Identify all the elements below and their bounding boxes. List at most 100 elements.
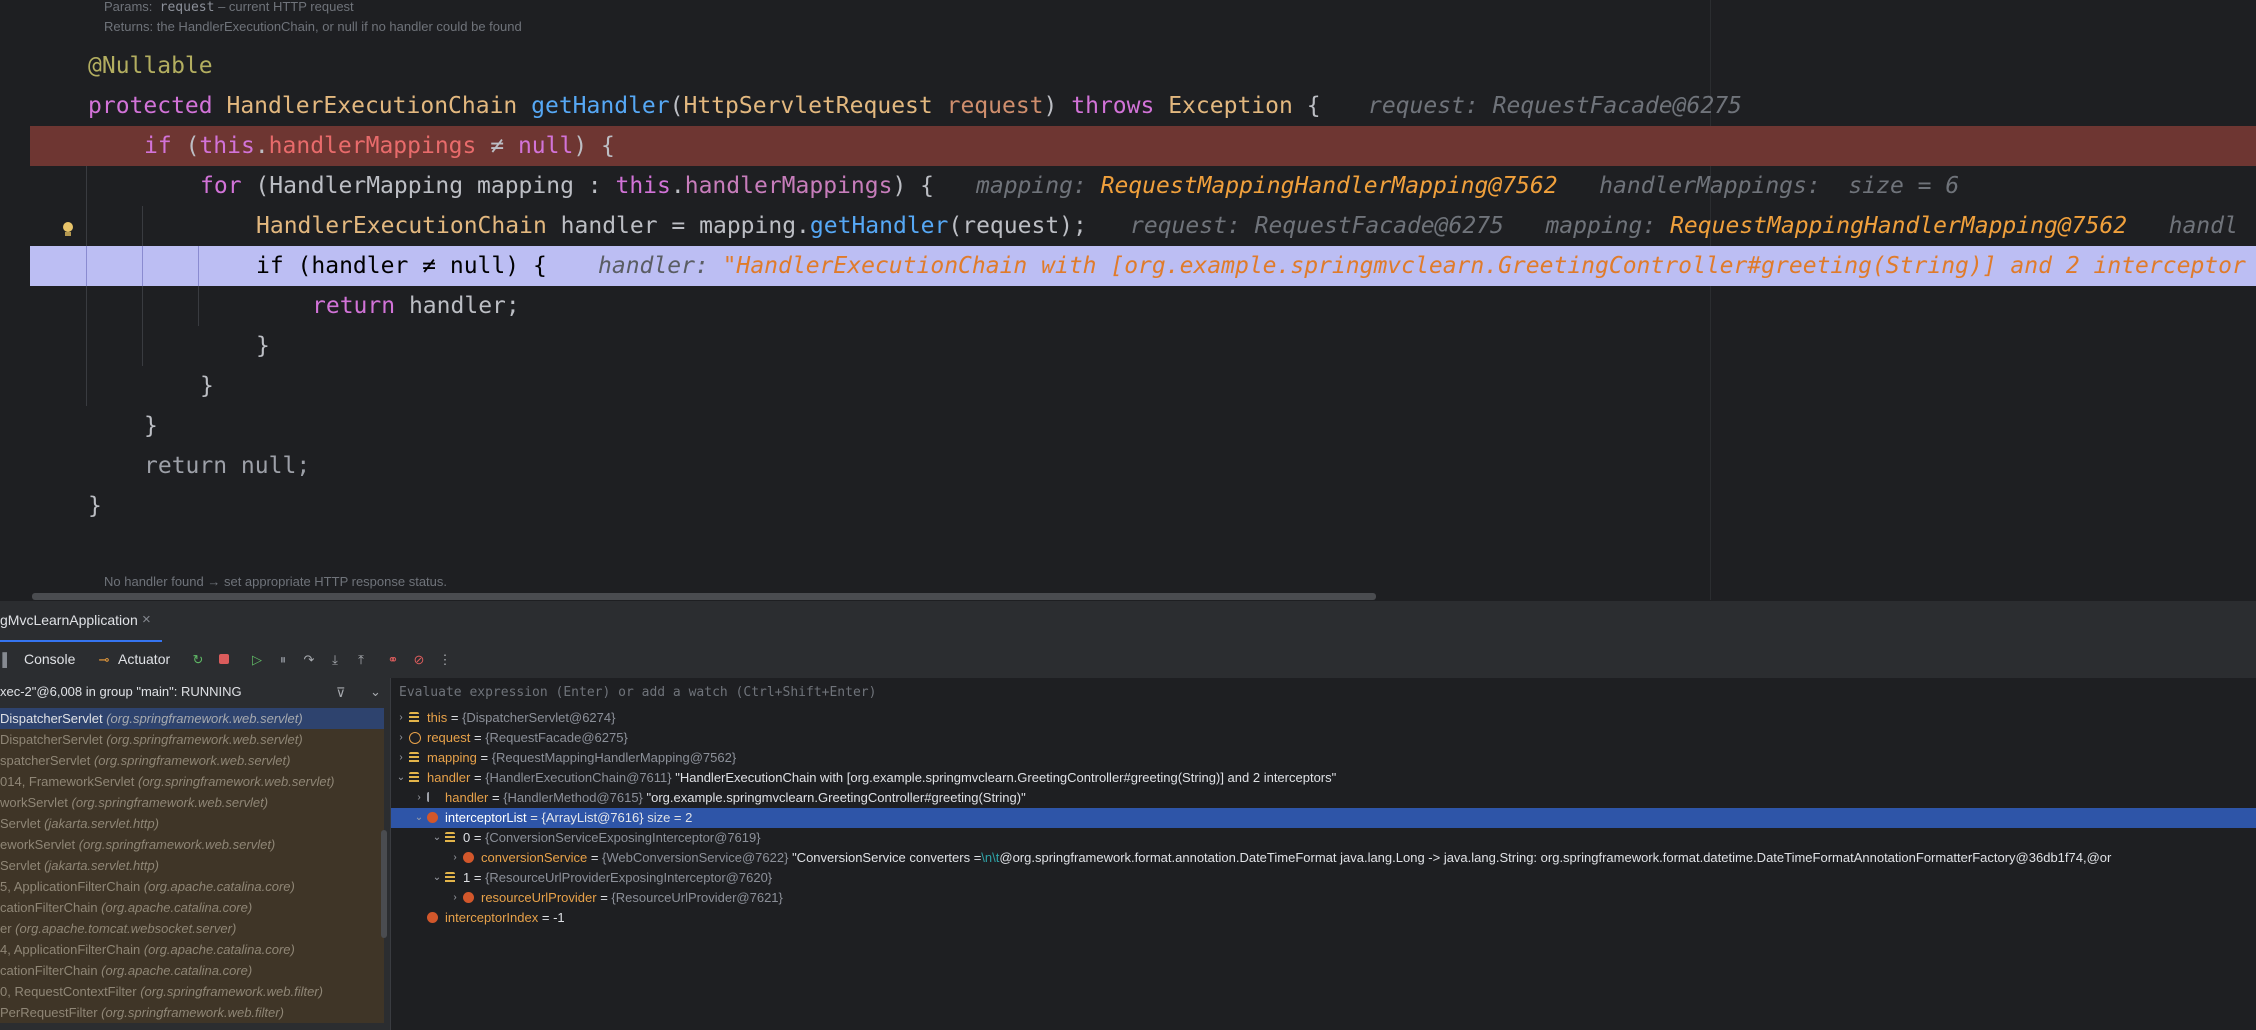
expand-arrow-icon[interactable]: › — [449, 888, 461, 908]
code-line-signature[interactable]: protected HandlerExecutionChain getHandl… — [30, 86, 2256, 126]
code-line-brace[interactable]: } — [30, 486, 2256, 526]
indent-guide — [142, 326, 143, 366]
variable-equals: = — [470, 830, 486, 845]
hint-value: RequestMappingHandlerMapping@7562 — [1100, 173, 1558, 199]
variable-row[interactable]: ⌄ 1 = {ResourceUrlProviderExposingInterce… — [391, 868, 2256, 888]
stack-frame[interactable]: cationFilterChain (org.apache.catalina.c… — [0, 960, 384, 981]
mute-breakpoints-icon[interactable]: ⊘ — [412, 653, 426, 667]
step-over-icon[interactable]: ↷ — [302, 653, 316, 667]
variable-row[interactable]: ⌄ handler = {HandlerExecutionChain@7611} … — [391, 768, 2256, 788]
hint-label: handl — [2168, 213, 2238, 239]
hint-label: request: — [1130, 213, 1241, 239]
threads-frames-icon[interactable]: ▌ — [0, 653, 14, 667]
variable-value: "ConversionService converters = — [788, 850, 982, 865]
expand-arrow-icon[interactable]: › — [395, 708, 407, 728]
expand-arrow-icon[interactable]: › — [395, 728, 407, 748]
variable-row[interactable]: › this = {DispatcherServlet@6274} — [391, 708, 2256, 728]
variable-row[interactable]: ⌄ 0 = {ConversionServiceExposingIntercept… — [391, 828, 2256, 848]
indent-guide — [198, 246, 199, 286]
variable-row[interactable]: interceptorIndex = -1 — [391, 908, 2256, 928]
stack-frame[interactable]: workServlet (org.springframework.web.ser… — [0, 792, 384, 813]
stack-frame[interactable]: DispatcherServlet (org.springframework.w… — [0, 729, 384, 750]
code-editor[interactable]: Params: request – current HTTP request R… — [0, 0, 2256, 600]
thread-selector[interactable]: xec-2"@6,008 in group "main": RUNNING — [0, 684, 242, 704]
variable-row[interactable]: › conversionService = {WebConversionServi… — [391, 848, 2256, 868]
variable-row[interactable]: ⌄ interceptorList = {ArrayList@7616} size… — [391, 808, 2256, 828]
stack-frame[interactable]: Servlet (jakarta.servlet.http) — [0, 813, 384, 834]
frames-scrollbar[interactable] — [381, 830, 387, 938]
code-line-brace[interactable]: } — [30, 326, 2256, 366]
variable-row[interactable]: › resourceUrlProvider = {ResourceUrlProvi… — [391, 888, 2256, 908]
code-line-breakpoint[interactable]: if (this.handlerMappings ≠ null) { — [30, 126, 2256, 166]
frame-method: Servlet — [0, 816, 41, 831]
variable-text: request = {RequestFacade@6275} — [427, 728, 628, 748]
type-name: HandlerMapping — [269, 173, 464, 199]
keyword-this: this — [615, 173, 671, 199]
stack-frame[interactable]: er (org.apache.tomcat.websocket.server) — [0, 918, 384, 939]
console-tab[interactable]: Console — [24, 651, 75, 667]
close-tab-icon[interactable]: × — [142, 611, 151, 628]
run-config-tab[interactable]: gMvcLearnApplication — [0, 612, 138, 628]
hint-value: "HandlerExecutionChain with [org.example… — [722, 253, 2246, 279]
stack-frame[interactable]: eworkServlet (org.springframework.web.se… — [0, 834, 384, 855]
annotation-token: @Nullable — [88, 53, 213, 79]
keyword-protected: protected — [88, 93, 213, 119]
view-breakpoints-icon[interactable]: ⚭ — [386, 653, 400, 667]
lightbulb-icon[interactable] — [62, 222, 74, 238]
more-options-icon[interactable]: ⋮ — [438, 653, 452, 667]
collapse-arrow-icon[interactable]: ⌄ — [431, 868, 443, 888]
object-icon — [409, 712, 419, 724]
variable-equals: = — [587, 850, 603, 865]
code-line-assign[interactable]: HandlerExecutionChain handler = mapping.… — [30, 206, 2256, 246]
object-icon — [409, 772, 419, 784]
code-line-return-null[interactable]: return null; — [30, 446, 2256, 486]
code-line-brace[interactable]: } — [30, 406, 2256, 446]
collapse-arrow-icon[interactable]: ⌄ — [431, 828, 443, 848]
variable-text: handler = {HandlerMethod@7615} "org.exam… — [445, 788, 1026, 808]
stop-icon[interactable] — [217, 653, 231, 667]
actuator-tab[interactable]: Actuator — [118, 651, 170, 667]
collapse-arrow-icon[interactable]: ⌄ — [395, 768, 407, 788]
code-line-brace[interactable]: } — [30, 366, 2256, 406]
frame-method: 5, ApplicationFilterChain — [0, 879, 141, 894]
frame-method: DispatcherServlet — [0, 732, 103, 747]
expand-arrow-icon[interactable]: › — [413, 788, 425, 808]
variable-row[interactable]: › handler = {HandlerMethod@7615} "org.exa… — [391, 788, 2256, 808]
variable-equals: = — [526, 810, 542, 825]
keyword-for: for — [200, 173, 242, 199]
frame-package: (org.springframework.web.servlet) — [102, 732, 303, 747]
variable-row[interactable]: › request = {RequestFacade@6275} — [391, 728, 2256, 748]
evaluate-expression-input[interactable]: Evaluate expression (Enter) or add a wat… — [399, 685, 876, 700]
expand-arrow-icon[interactable]: › — [449, 848, 461, 868]
stack-frame[interactable]: PerRequestFilter (org.springframework.we… — [0, 1002, 384, 1023]
code-line-return[interactable]: return handler; — [30, 286, 2256, 326]
resume-icon[interactable]: ▷ — [250, 653, 264, 667]
stack-frame[interactable]: Servlet (jakarta.servlet.http) — [0, 855, 384, 876]
stack-frame[interactable]: spatcherServlet (org.springframework.web… — [0, 750, 384, 771]
step-out-icon[interactable]: ⤒ — [354, 653, 368, 667]
debug-toolbar: ▌ Console ⊸ Actuator ↻ ▷ ⏸ ↷ ⤓ ⤒ ⚭ ⊘ ⋮ — [0, 642, 2256, 678]
indent-guide — [86, 166, 87, 206]
variable-row[interactable]: › mapping = {RequestMappingHandlerMapping… — [391, 748, 2256, 768]
horizontal-scrollbar[interactable] — [32, 593, 1376, 600]
code-line-for[interactable]: for (HandlerMapping mapping : this.handl… — [30, 166, 2256, 206]
stack-frame[interactable]: DispatcherServlet (org.springframework.w… — [0, 708, 384, 729]
editor-gutter[interactable] — [0, 0, 30, 600]
chevron-down-icon[interactable]: ⌄ — [370, 684, 381, 700]
javadoc-params: Params: request – current HTTP request — [104, 0, 354, 15]
stack-frame[interactable]: 5, ApplicationFilterChain (org.apache.ca… — [0, 876, 384, 897]
frame-method: 014, FrameworkServlet — [0, 774, 135, 789]
stack-frame[interactable]: 014, FrameworkServlet (org.springframewo… — [0, 771, 384, 792]
code-line-current[interactable]: if (handler ≠ null) { handler: "HandlerE… — [30, 246, 2256, 286]
stack-frame[interactable]: 0, RequestContextFilter (org.springframe… — [0, 981, 384, 1002]
stack-frame[interactable]: cationFilterChain (org.apache.catalina.c… — [0, 897, 384, 918]
code-line-annotation[interactable]: @Nullable — [30, 46, 2256, 86]
filter-icon[interactable]: ⊽ — [336, 685, 346, 701]
stack-frame[interactable]: 4, ApplicationFilterChain (org.apache.ca… — [0, 939, 384, 960]
step-into-icon[interactable]: ⤓ — [328, 653, 342, 667]
expand-arrow-icon[interactable]: › — [395, 748, 407, 768]
rerun-icon[interactable]: ↻ — [191, 653, 205, 667]
return-code: return handler; — [312, 286, 520, 326]
collapse-arrow-icon[interactable]: ⌄ — [413, 808, 425, 828]
pause-icon[interactable]: ⏸ — [276, 653, 290, 667]
